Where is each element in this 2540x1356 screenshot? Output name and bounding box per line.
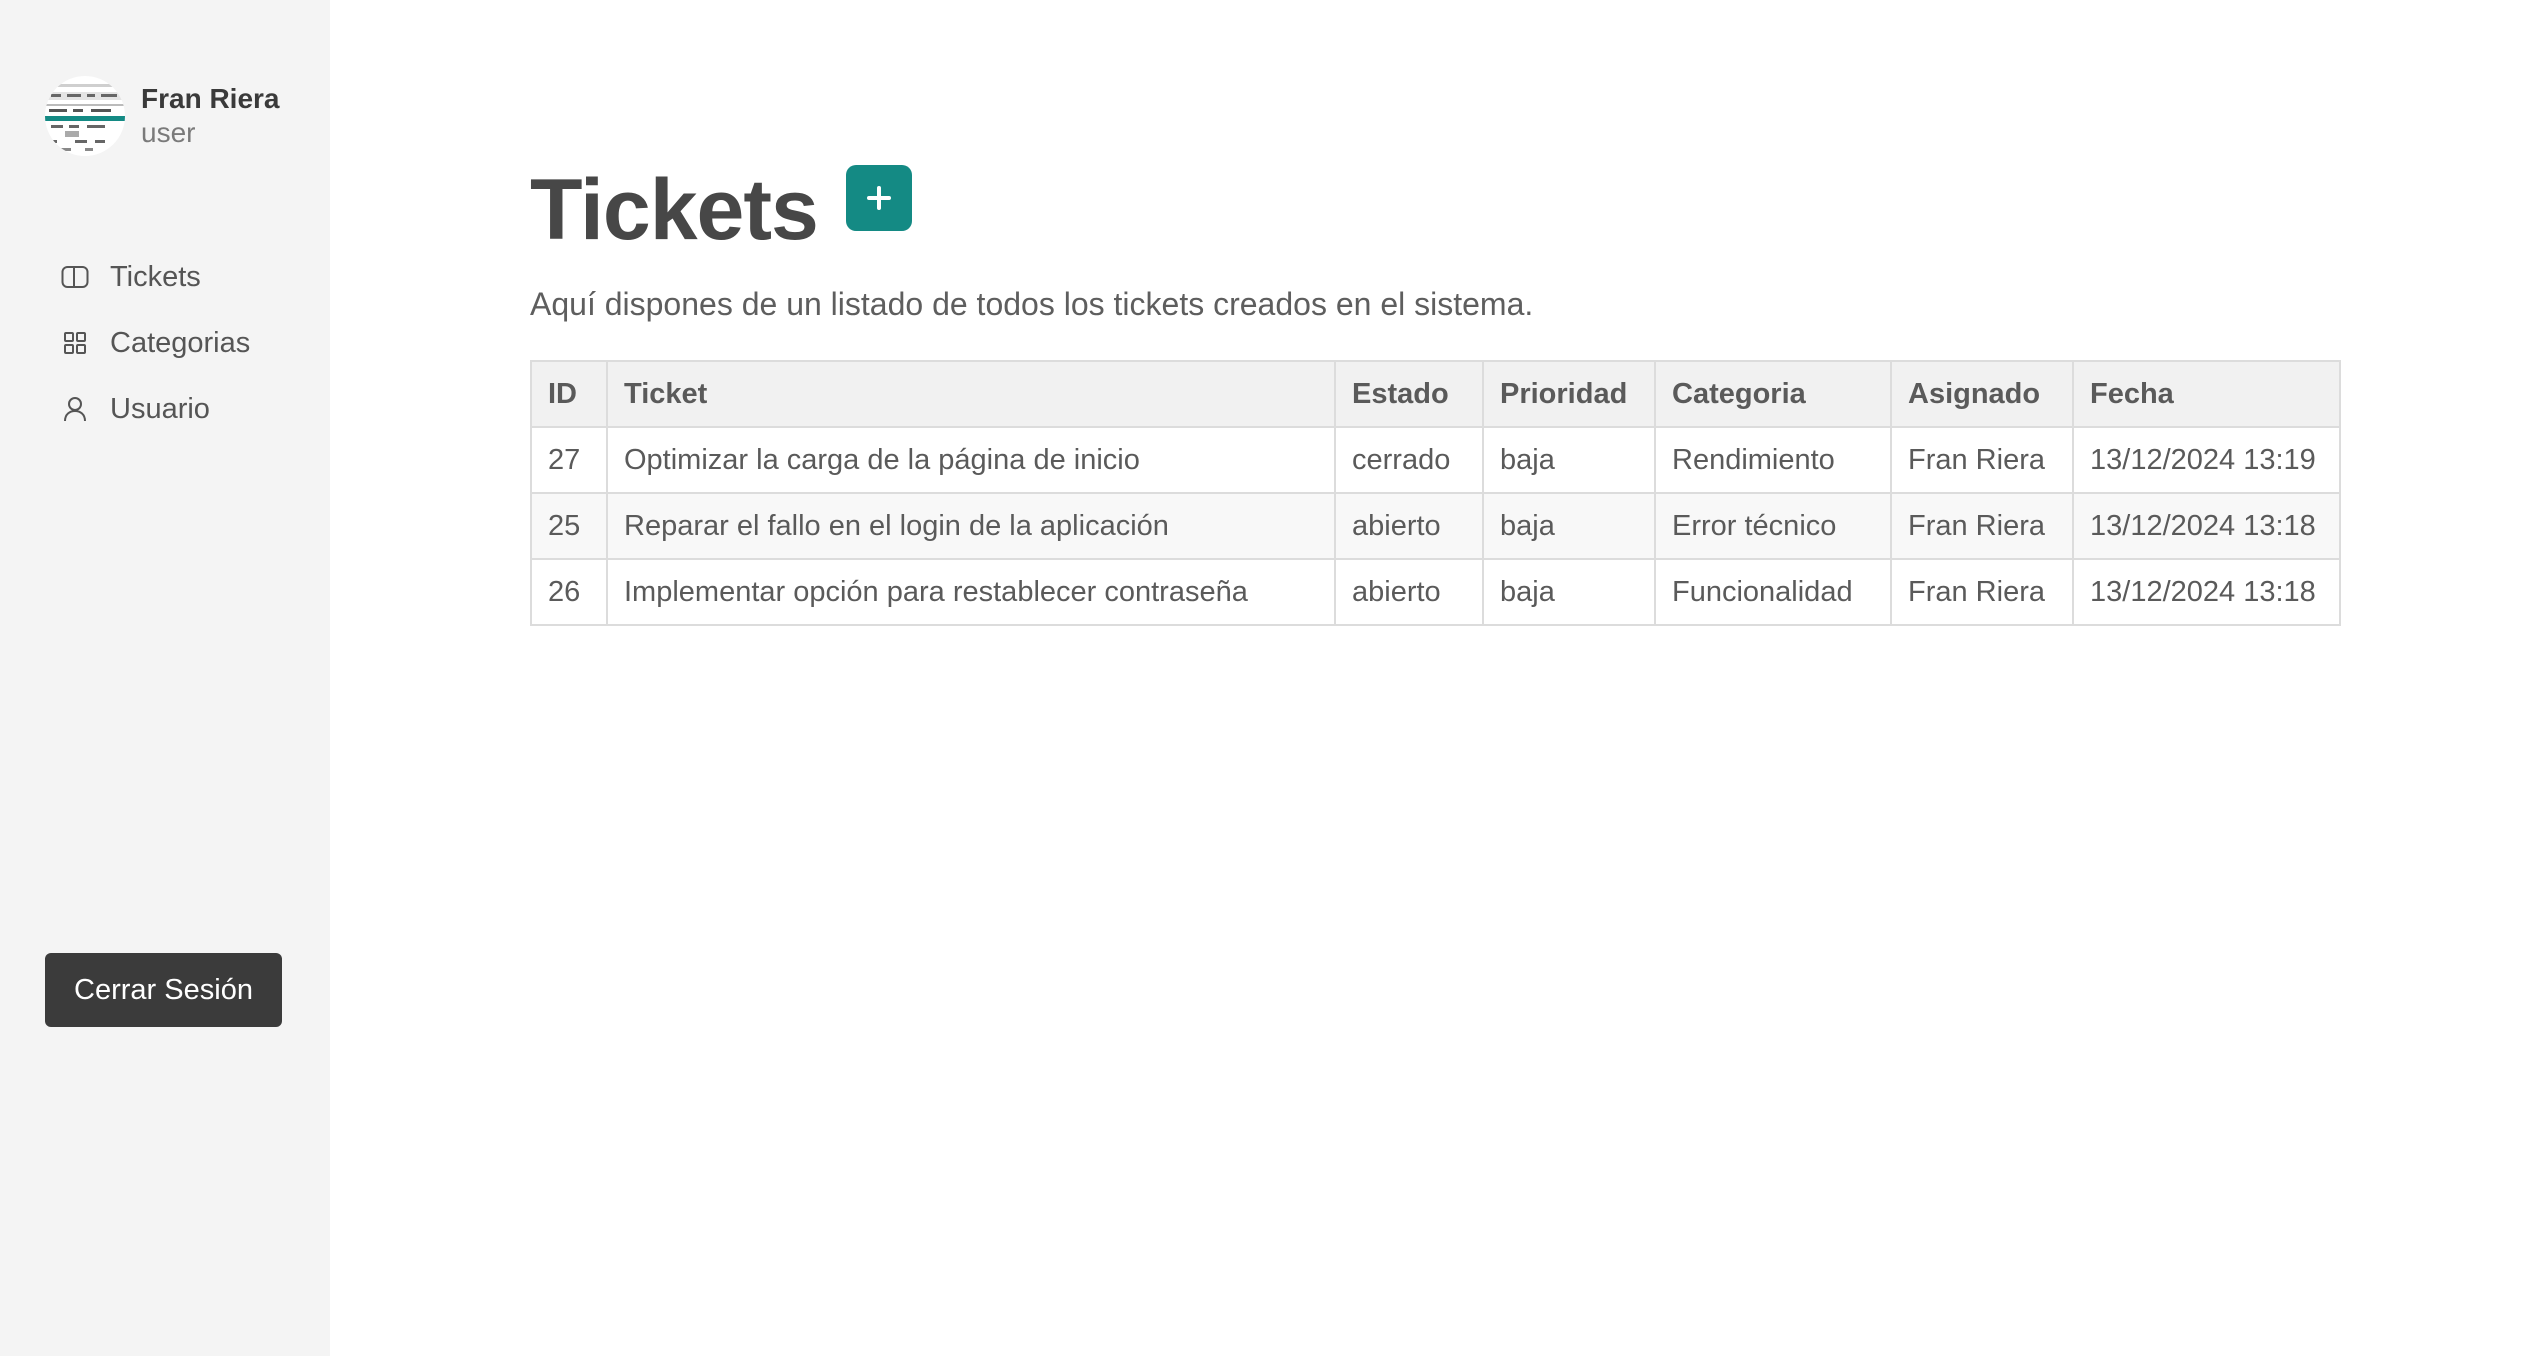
sidebar-item-label: Usuario xyxy=(110,392,210,425)
cell-estado: abierto xyxy=(1334,492,1484,560)
column-header-fecha: Fecha xyxy=(2072,360,2341,428)
add-ticket-button[interactable] xyxy=(845,165,912,231)
ticket-icon xyxy=(60,262,90,292)
cell-id: 27 xyxy=(530,426,608,494)
table-row[interactable]: 25 Reparar el fallo en el login de la ap… xyxy=(530,492,2341,560)
table-row[interactable]: 27 Optimizar la carga de la página de in… xyxy=(530,426,2341,494)
user-role: user xyxy=(141,117,196,148)
cell-estado: abierto xyxy=(1334,558,1484,626)
cell-asignado: Fran Riera xyxy=(1890,558,2074,626)
avatar xyxy=(45,76,125,156)
cell-fecha: 13/12/2024 13:18 xyxy=(2072,492,2341,560)
cell-prioridad: baja xyxy=(1482,558,1656,626)
sidebar-item-label: Tickets xyxy=(110,260,201,293)
cell-fecha: 13/12/2024 13:19 xyxy=(2072,426,2341,494)
cell-prioridad: baja xyxy=(1482,426,1656,494)
cell-ticket: Reparar el fallo en el login de la aplic… xyxy=(606,492,1336,560)
table-header-row: ID Ticket Estado Prioridad Categoria Asi… xyxy=(530,360,2341,428)
cell-id: 26 xyxy=(530,558,608,626)
cell-ticket: Implementar opción para restablecer cont… xyxy=(606,558,1336,626)
column-header-prioridad: Prioridad xyxy=(1482,360,1656,428)
tickets-table: ID Ticket Estado Prioridad Categoria Asi… xyxy=(530,360,2341,626)
column-header-ticket: Ticket xyxy=(606,360,1336,428)
grid-icon xyxy=(60,328,90,358)
cell-fecha: 13/12/2024 13:18 xyxy=(2072,558,2341,626)
cell-asignado: Fran Riera xyxy=(1890,426,2074,494)
page-subtitle: Aquí dispones de un listado de todos los… xyxy=(530,286,1534,322)
sidebar-item-categorias[interactable]: Categorias xyxy=(60,310,250,376)
sidebar: Fran Riera user Tickets Categorias Usuar… xyxy=(0,0,330,1356)
user-name: Fran Riera xyxy=(141,83,280,114)
column-header-categoria: Categoria xyxy=(1654,360,1892,428)
cell-id: 25 xyxy=(530,492,608,560)
column-header-asignado: Asignado xyxy=(1890,360,2074,428)
plus-icon xyxy=(866,186,891,210)
cell-asignado: Fran Riera xyxy=(1890,492,2074,560)
cell-categoria: Rendimiento xyxy=(1654,426,1892,494)
sidebar-nav: Tickets Categorias Usuario xyxy=(60,244,250,442)
table-row[interactable]: 26 Implementar opción para restablecer c… xyxy=(530,558,2341,626)
sidebar-item-label: Categorias xyxy=(110,326,251,359)
user-profile: Fran Riera user xyxy=(45,76,280,156)
sidebar-item-usuario[interactable]: Usuario xyxy=(60,376,250,442)
sidebar-item-tickets[interactable]: Tickets xyxy=(60,244,250,310)
app: Fran Riera user Tickets Categorias Usuar… xyxy=(0,0,2540,1356)
cell-categoria: Funcionalidad xyxy=(1654,558,1892,626)
user-icon xyxy=(60,394,90,424)
cell-categoria: Error técnico xyxy=(1654,492,1892,560)
logout-button[interactable]: Cerrar Sesión xyxy=(45,953,282,1027)
column-header-id: ID xyxy=(530,360,608,428)
cell-ticket: Optimizar la carga de la página de inici… xyxy=(606,426,1336,494)
page-title: Tickets xyxy=(530,162,819,258)
title-row: Tickets xyxy=(530,160,912,260)
cell-prioridad: baja xyxy=(1482,492,1656,560)
cell-estado: cerrado xyxy=(1334,426,1484,494)
column-header-estado: Estado xyxy=(1334,360,1484,428)
